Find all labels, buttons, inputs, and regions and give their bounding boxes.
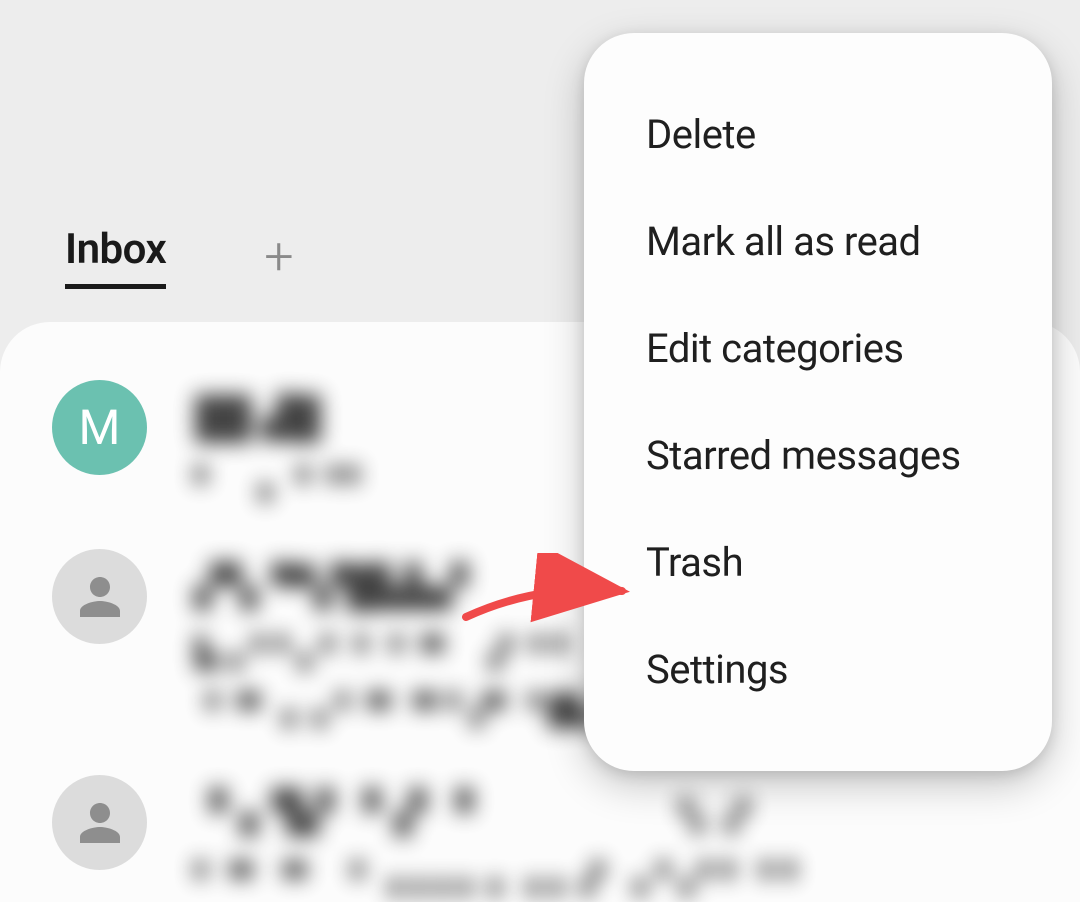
tab-bar: Inbox + <box>65 225 294 289</box>
menu-item-delete[interactable]: Delete <box>584 81 1052 188</box>
menu-item-mark-all-read[interactable]: Mark all as read <box>584 188 1052 295</box>
message-preview: ▝▗▝▙▘▝▗▘▝ ▚ ▞ ▘▝▘ ▝▘ ▝ ▗▗▗▗ ▗ ▗▗ ▗▘ ▗▝▗ … <box>195 775 1020 902</box>
plus-icon[interactable]: + <box>264 231 293 283</box>
list-item[interactable]: ▝▗▝▙▘▝▗▘▝ ▚ ▞ ▘▝▘ ▝▘ ▝ ▗▗▗▗ ▗ ▗▗ ▗▘ ▗▝▗ … <box>0 757 1080 902</box>
overflow-menu: Delete Mark all as read Edit categories … <box>584 33 1052 771</box>
person-icon <box>76 799 124 847</box>
menu-item-settings[interactable]: Settings <box>584 616 1052 723</box>
avatar[interactable] <box>52 775 147 870</box>
menu-item-edit-categories[interactable]: Edit categories <box>584 295 1052 402</box>
menu-item-starred-messages[interactable]: Starred messages <box>584 402 1052 509</box>
avatar[interactable]: M <box>52 380 147 475</box>
avatar[interactable] <box>52 549 147 644</box>
person-icon <box>76 573 124 621</box>
menu-item-trash[interactable]: Trash <box>584 509 1052 616</box>
tab-inbox[interactable]: Inbox <box>65 225 166 289</box>
